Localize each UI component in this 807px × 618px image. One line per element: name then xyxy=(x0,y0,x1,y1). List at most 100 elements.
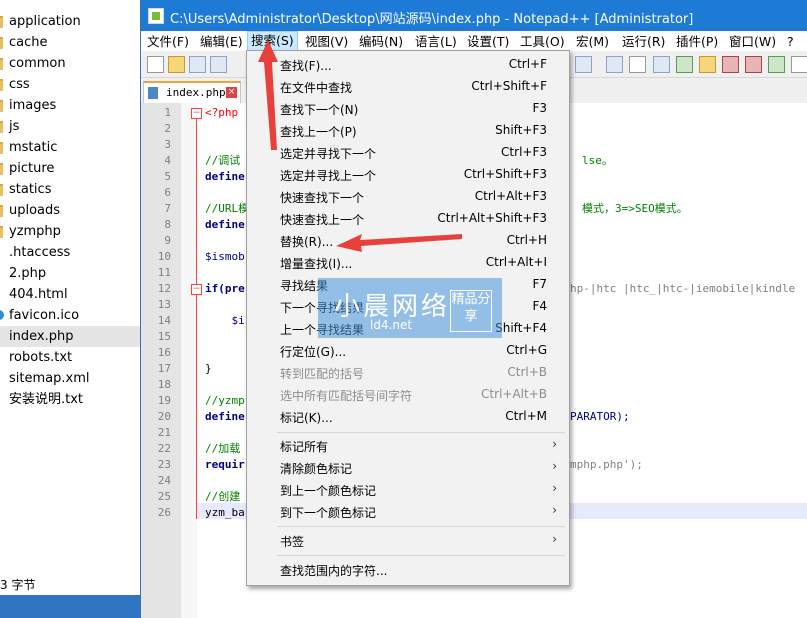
watermark-url: ld4.net xyxy=(370,318,413,332)
playback-icon[interactable] xyxy=(768,56,785,73)
menu-item-mark-all[interactable]: 标记所有 › xyxy=(247,435,569,457)
menu-macro[interactable]: 宏(M) xyxy=(576,33,609,51)
submenu-arrow-icon: › xyxy=(552,503,557,517)
list-item[interactable]: sitemap.xml xyxy=(0,368,140,389)
menu-language[interactable]: 语言(L) xyxy=(415,33,457,51)
list-item[interactable]: mstatic xyxy=(0,137,140,158)
new-file-icon[interactable] xyxy=(147,56,164,73)
folder-icon xyxy=(0,226,3,238)
code-line: yzm_ba xyxy=(205,506,245,519)
menu-item-find-chars-in-range[interactable]: 查找范围内的字符... xyxy=(247,559,569,581)
doc-map-icon[interactable] xyxy=(676,56,693,73)
code-line: mphp.php'); xyxy=(570,458,643,471)
watermark: 小晨网络 ld4.net 精品分享 xyxy=(318,278,502,338)
list-item[interactable]: 安装说明.txt xyxy=(0,389,140,410)
menu-item-goto-line[interactable]: 行定位(G)... Ctrl+G xyxy=(247,340,569,362)
menu-file[interactable]: 文件(F) xyxy=(147,33,189,51)
list-item[interactable]: yzmphp xyxy=(0,221,140,242)
menu-item-clear-marks[interactable]: 清除颜色标记 › xyxy=(247,457,569,479)
list-item[interactable]: images xyxy=(0,95,140,116)
folder-icon xyxy=(0,37,3,49)
list-item[interactable]: statics xyxy=(0,179,140,200)
menu-item-mark[interactable]: 标记(K)... Ctrl+M xyxy=(247,406,569,428)
record-macro-icon[interactable] xyxy=(722,56,739,73)
list-item[interactable]: robots.txt xyxy=(0,347,140,368)
menu-item-quick-find-previous[interactable]: 快速查找上一个 Ctrl+Alt+Shift+F3 xyxy=(247,208,569,230)
menu-item-select-find-next[interactable]: 选定并寻找下一个 Ctrl+F3 xyxy=(247,142,569,164)
close-icon[interactable] xyxy=(791,56,807,73)
line-number: 16 xyxy=(157,346,171,359)
submenu-arrow-icon: › xyxy=(552,532,557,546)
folder-icon xyxy=(0,184,3,196)
code-line: //yzmp xyxy=(205,394,245,407)
folder-icon xyxy=(0,16,3,28)
tab-close-icon[interactable]: × xyxy=(226,87,237,98)
fold-toggle-icon[interactable]: − xyxy=(191,108,202,119)
list-item-selected[interactable]: index.php xyxy=(0,326,140,347)
stop-record-icon[interactable] xyxy=(745,56,762,73)
menu-item-quick-find-next[interactable]: 快速查找下一个 Ctrl+Alt+F3 xyxy=(247,186,569,208)
menu-window[interactable]: 窗口(W) xyxy=(729,33,776,51)
list-item[interactable]: favicon.ico xyxy=(0,305,140,326)
menu-tools[interactable]: 工具(O) xyxy=(520,33,565,51)
menu-encoding[interactable]: 编码(N) xyxy=(359,33,403,51)
save-all-icon[interactable] xyxy=(210,56,227,73)
menu-item-find-previous[interactable]: 查找上一个(P) Shift+F3 xyxy=(247,120,569,142)
menu-item-bookmarks[interactable]: 书签 › xyxy=(247,530,569,552)
menu-item-find-in-files[interactable]: 在文件中查找 Ctrl+Shift+F xyxy=(247,76,569,98)
menu-item-next-color-mark[interactable]: 到下一个颜色标记 › xyxy=(247,501,569,523)
submenu-arrow-icon: › xyxy=(552,437,557,451)
list-item[interactable]: common xyxy=(0,53,140,74)
line-number: 5 xyxy=(164,170,171,183)
line-number: 15 xyxy=(157,330,171,343)
tab-index-php[interactable]: index.php × xyxy=(143,81,241,104)
line-number: 2 xyxy=(164,122,171,135)
menu-settings[interactable]: 设置(T) xyxy=(467,33,509,51)
line-number: 9 xyxy=(164,234,171,247)
line-number: 21 xyxy=(157,426,171,439)
menu-item-find-next[interactable]: 查找下一个(N) F3 xyxy=(247,98,569,120)
word-wrap-icon[interactable] xyxy=(606,56,623,73)
list-item[interactable]: 404.html xyxy=(0,284,140,305)
show-all-chars-icon[interactable] xyxy=(629,56,646,73)
code-line: lse。 xyxy=(582,154,613,167)
menu-item-replace[interactable]: 替换(R)... Ctrl+H xyxy=(247,230,569,252)
line-number: 20 xyxy=(157,410,171,423)
menu-item-select-find-previous[interactable]: 选定并寻找上一个 Ctrl+Shift+F3 xyxy=(247,164,569,186)
menu-view[interactable]: 视图(V) xyxy=(305,33,348,51)
fold-toggle-icon[interactable]: − xyxy=(191,284,202,295)
list-item[interactable]: uploads xyxy=(0,200,140,221)
list-item[interactable]: 2.php xyxy=(0,263,140,284)
menu-separator xyxy=(277,432,565,433)
sync-scroll-icon[interactable] xyxy=(575,56,592,73)
fold-margin xyxy=(181,103,197,618)
list-item[interactable]: .htaccess xyxy=(0,242,140,263)
list-item[interactable]: cache xyxy=(0,32,140,53)
menu-item-goto-matching-brace: 转到匹配的括号 Ctrl+B xyxy=(280,365,547,381)
line-number: 4 xyxy=(164,154,171,167)
menu-separator xyxy=(277,526,565,527)
title-bar[interactable]: C:\Users\Administrator\Desktop\网站源码\inde… xyxy=(141,0,807,31)
save-status-icon xyxy=(148,87,158,99)
code-line: } xyxy=(205,362,212,375)
function-list-icon[interactable] xyxy=(699,56,716,73)
favicon-icon xyxy=(0,310,4,320)
open-file-icon[interactable] xyxy=(168,56,185,73)
menu-plugins[interactable]: 插件(P) xyxy=(676,33,718,51)
indent-guide-icon[interactable] xyxy=(653,56,670,73)
line-number: 17 xyxy=(157,362,171,375)
line-number: 3 xyxy=(164,138,171,151)
list-item[interactable]: application xyxy=(0,11,140,32)
menu-help[interactable]: ? xyxy=(787,33,794,51)
submenu-arrow-icon: › xyxy=(552,481,557,495)
menu-item-find[interactable]: 查找(F)... Ctrl+F xyxy=(247,54,569,76)
menu-edit[interactable]: 编辑(E) xyxy=(200,33,243,51)
list-item[interactable]: js xyxy=(0,116,140,137)
menu-item-prev-color-mark[interactable]: 到上一个颜色标记 › xyxy=(247,479,569,501)
menu-run[interactable]: 运行(R) xyxy=(622,33,665,51)
menu-search[interactable]: 搜索(S) xyxy=(247,31,298,51)
list-item[interactable]: picture xyxy=(0,158,140,179)
save-icon[interactable] xyxy=(189,56,206,73)
menu-item-incremental-search[interactable]: 增量查找(I)... Ctrl+Alt+I xyxy=(247,252,569,274)
list-item[interactable]: css xyxy=(0,74,140,95)
